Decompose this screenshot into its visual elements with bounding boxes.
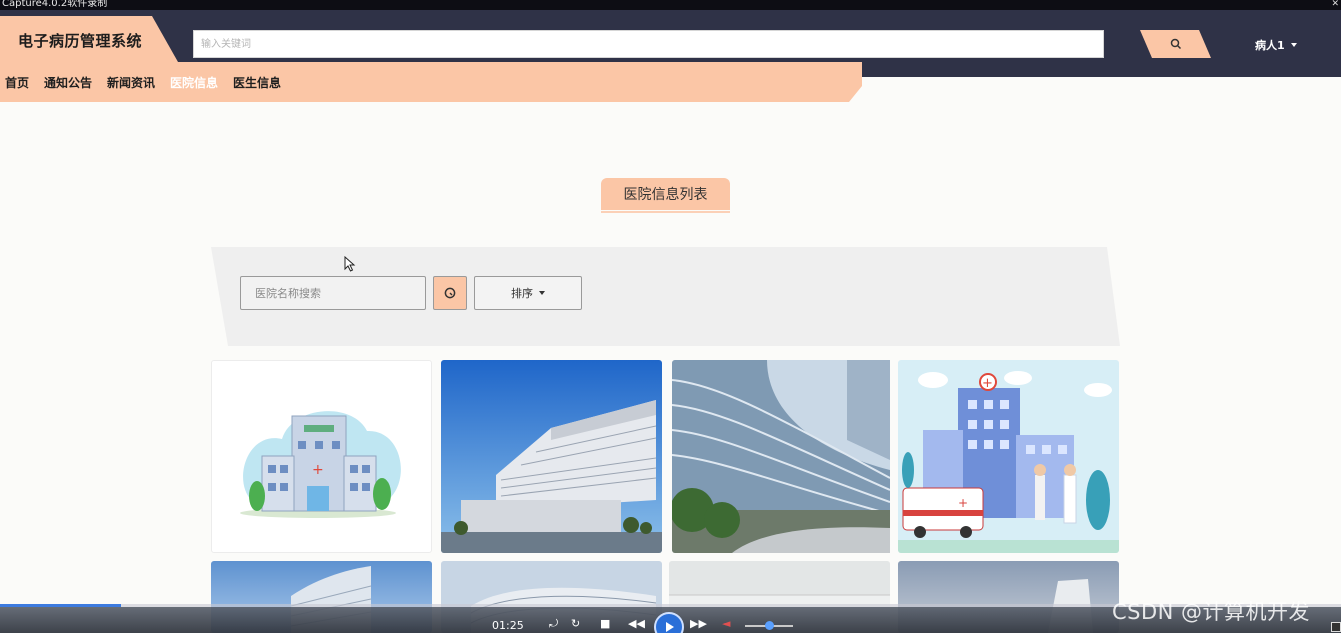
volume-slider[interactable] — [765, 621, 774, 630]
hospital-name-search-input[interactable] — [241, 277, 425, 309]
hospital-card[interactable] — [672, 360, 893, 553]
close-icon[interactable]: ✕ — [1331, 0, 1339, 9]
site-title: 电子病历管理系统 — [18, 32, 143, 50]
keyword-search-field[interactable] — [193, 30, 1104, 58]
page-title: 医院信息列表 — [601, 178, 730, 210]
hospital-name-search-field[interactable] — [240, 276, 426, 310]
nav-item-notices[interactable]: 通知公告 — [44, 74, 92, 91]
capture-title-bar: Capture4.0.2软件录制 ✕ — [0, 0, 1341, 10]
header-search-button[interactable] — [1140, 30, 1211, 58]
nav-item-news[interactable]: 新闻资讯 — [107, 74, 155, 91]
keyword-search-input[interactable] — [194, 31, 1103, 57]
stop-icon[interactable]: ■ — [600, 617, 610, 631]
fullscreen-icon[interactable] — [1331, 622, 1341, 632]
hospital-card[interactable] — [441, 360, 662, 553]
hospital-building-photo — [441, 360, 662, 553]
main-nav: 首页 通知公告 新闻资讯 医院信息 医生信息 — [0, 62, 862, 102]
watermark: CSDN @计算机开发 — [1112, 600, 1311, 624]
loop-icon[interactable]: ⤾ — [549, 617, 558, 631]
hospital-card[interactable]: + — [211, 360, 432, 553]
sort-label: 排序 — [511, 287, 533, 300]
title-underline — [601, 211, 730, 213]
svg-text:+: + — [312, 462, 324, 478]
brand-logo[interactable]: 电子病历管理系统 — [0, 16, 178, 62]
hospital-ambulance-illustration: + + — [898, 360, 1119, 553]
user-name: 病人1 — [1255, 39, 1285, 52]
svg-text:+: + — [982, 376, 993, 391]
chevron-down-icon — [1290, 43, 1297, 47]
nav-item-home[interactable]: 首页 — [5, 74, 29, 91]
user-menu[interactable]: 病人1 — [1255, 37, 1297, 53]
curved-hospital-photo — [672, 360, 890, 553]
svg-text:+: + — [958, 496, 968, 510]
fast-forward-icon[interactable]: ▶▶ — [690, 617, 707, 631]
hospital-card[interactable]: + + — [898, 360, 1119, 553]
rewind-icon[interactable]: ◀◀ — [628, 617, 645, 631]
mouse-cursor-icon — [344, 256, 356, 272]
search-icon — [444, 287, 456, 299]
chevron-down-icon — [539, 291, 545, 295]
mute-icon[interactable]: ◄ — [722, 617, 730, 631]
play-icon — [666, 622, 674, 632]
sort-dropdown-button[interactable]: 排序 — [474, 276, 582, 310]
playback-time: 01:25 — [492, 619, 524, 632]
nav-item-doctor-info[interactable]: 医生信息 — [233, 74, 281, 91]
hospital-cartoon-icon: + — [240, 411, 401, 518]
filter-search-button[interactable] — [433, 276, 467, 310]
search-icon — [1170, 38, 1181, 50]
refresh-icon[interactable]: ↻ — [571, 617, 580, 631]
nav-item-hospital-info[interactable]: 医院信息 — [170, 74, 218, 91]
capture-title: Capture4.0.2软件录制 — [2, 0, 108, 9]
